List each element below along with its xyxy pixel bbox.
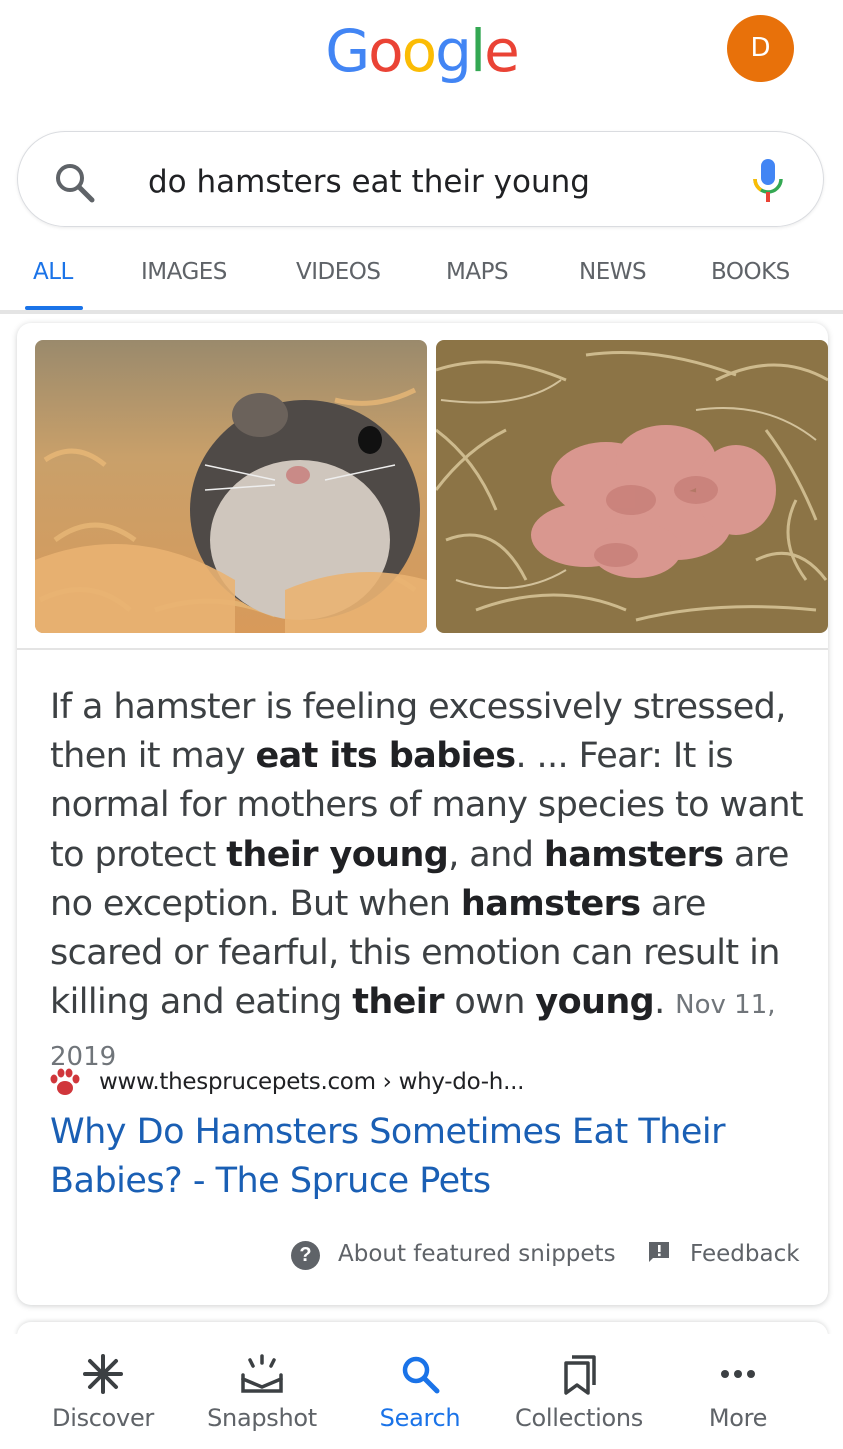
snippet-bold-term: young bbox=[535, 982, 655, 1023]
nav-collections[interactable]: Collections bbox=[499, 1334, 659, 1449]
logo-letter: l bbox=[469, 17, 486, 85]
logo-letter: G bbox=[325, 17, 370, 85]
snippet-bold-term: hamsters bbox=[460, 883, 641, 924]
collections-icon bbox=[564, 1355, 596, 1395]
snippet-text-run: own bbox=[443, 982, 536, 1023]
search-tabs: ALL IMAGES VIDEOS MAPS NEWS BOOKS bbox=[0, 250, 843, 310]
snippet-text-run: . bbox=[654, 982, 665, 1023]
tab-all[interactable]: ALL bbox=[33, 250, 73, 294]
result-title-link[interactable]: Why Do Hamsters Sometimes Eat Their Babi… bbox=[50, 1108, 750, 1206]
asterisk-icon bbox=[83, 1354, 123, 1394]
logo-letter: o bbox=[401, 17, 437, 85]
nav-label-collections: Collections bbox=[515, 1404, 643, 1432]
more-dots-icon bbox=[721, 1370, 755, 1378]
about-featured-snippets-link[interactable]: About featured snippets bbox=[338, 1238, 616, 1270]
nav-label-more: More bbox=[708, 1404, 768, 1432]
tab-news[interactable]: NEWS bbox=[579, 250, 647, 294]
nav-more[interactable]: More bbox=[658, 1334, 818, 1449]
tab-images[interactable]: IMAGES bbox=[141, 250, 227, 294]
image-divider bbox=[17, 648, 828, 650]
search-input[interactable]: do hamsters eat their young bbox=[148, 160, 590, 204]
snippet-bold-term: hamsters bbox=[543, 834, 724, 875]
paw-icon bbox=[50, 1068, 80, 1095]
account-avatar[interactable]: D bbox=[727, 15, 794, 82]
help-icon[interactable]: ? bbox=[291, 1241, 320, 1270]
nav-snapshot[interactable]: Snapshot bbox=[182, 1334, 342, 1449]
mic-icon[interactable] bbox=[748, 157, 788, 205]
snapshot-icon bbox=[241, 1354, 283, 1393]
snippet-text: If a hamster is feeling excessively stre… bbox=[50, 683, 810, 1083]
google-logo[interactable]: Google bbox=[0, 16, 843, 86]
nav-discover[interactable]: Discover bbox=[23, 1334, 183, 1449]
baby-hamsters-photo[interactable] bbox=[436, 340, 828, 633]
nav-label-search: Search bbox=[379, 1404, 461, 1432]
logo-letter: o bbox=[368, 17, 403, 85]
tab-videos[interactable]: VIDEOS bbox=[296, 250, 381, 294]
snippet-body: If a hamster is feeling excessively stre… bbox=[50, 687, 804, 1023]
hamster-photo[interactable] bbox=[35, 340, 427, 633]
tab-books[interactable]: BOOKS bbox=[711, 250, 790, 294]
logo-letter: g bbox=[435, 17, 472, 85]
nav-label-snapshot: Snapshot bbox=[207, 1404, 317, 1432]
feedback-link[interactable]: Feedback bbox=[690, 1238, 800, 1270]
source-url[interactable]: www.thesprucepets.com › why-do-h... bbox=[99, 1066, 524, 1098]
tab-maps[interactable]: MAPS bbox=[446, 250, 509, 294]
snippet-text-run: , and bbox=[448, 834, 544, 875]
feedback-icon[interactable] bbox=[647, 1240, 671, 1264]
nav-search[interactable]: Search bbox=[340, 1334, 500, 1449]
tabs-divider bbox=[0, 310, 843, 314]
logo-letter: e bbox=[484, 17, 520, 85]
snippet-bold-term: eat its babies bbox=[255, 736, 517, 777]
snippet-bold-term: their bbox=[352, 982, 444, 1023]
search-icon[interactable] bbox=[52, 160, 96, 204]
nav-label-discover: Discover bbox=[52, 1404, 154, 1432]
snippet-bold-term: their young bbox=[226, 834, 449, 875]
search-icon bbox=[402, 1356, 440, 1394]
